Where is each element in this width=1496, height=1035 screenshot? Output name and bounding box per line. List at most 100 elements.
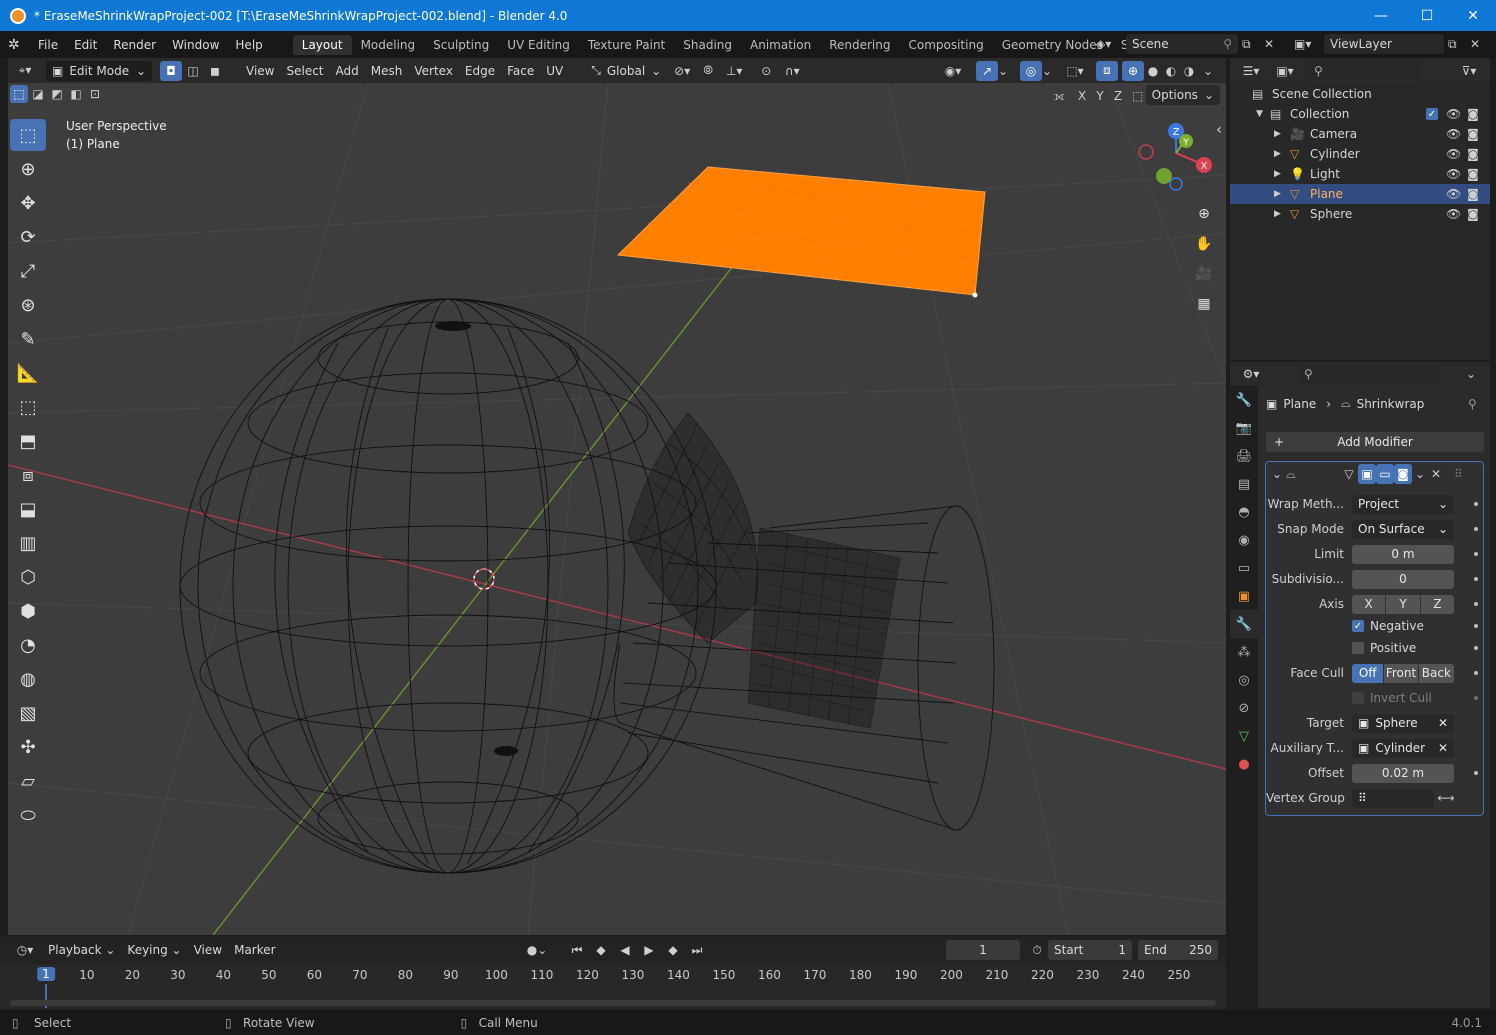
- playhead-frame[interactable]: 1: [37, 967, 55, 981]
- new-scene-icon[interactable]: ⧉: [1242, 37, 1260, 52]
- subdivision-field[interactable]: 0: [1352, 569, 1454, 589]
- wrap-method-dropdown[interactable]: Project ⌄: [1352, 494, 1454, 514]
- eye-icon[interactable]: 👁: [1446, 147, 1461, 161]
- rendered-shading-icon[interactable]: ◑: [1178, 61, 1200, 81]
- menu-file[interactable]: File: [30, 38, 66, 52]
- pin-icon[interactable]: ⚲: [1223, 37, 1232, 51]
- menu-timeline-view[interactable]: View: [188, 940, 228, 960]
- scale-tool-icon[interactable]: ⤢: [10, 255, 46, 287]
- face-cull-front[interactable]: Front: [1384, 663, 1418, 683]
- menu-mesh[interactable]: Mesh: [365, 61, 409, 81]
- view-layer-icon[interactable]: ▣▾: [1294, 37, 1320, 51]
- outliner-item-plane[interactable]: ▶ ▽ Plane 👁 ◙: [1230, 184, 1490, 204]
- close-button[interactable]: ✕: [1450, 0, 1496, 31]
- edit-mode-toggle-icon[interactable]: ▣: [1358, 464, 1376, 484]
- menu-edit[interactable]: Edit: [66, 38, 105, 52]
- prev-keyframe-icon[interactable]: ◆: [590, 940, 612, 960]
- outliner-scene-collection[interactable]: ▤ Scene Collection: [1230, 84, 1490, 104]
- menu-view[interactable]: View: [240, 61, 280, 81]
- overlay-dropdown-icon[interactable]: ⌄: [1040, 61, 1054, 81]
- overlay-icon[interactable]: ◎: [1020, 60, 1042, 81]
- mesh-edit-overlay-icon[interactable]: ⬚▾: [1060, 61, 1090, 81]
- pin-icon[interactable]: ⚲: [1468, 397, 1477, 411]
- positive-checkbox[interactable]: [1352, 642, 1364, 654]
- eye-icon[interactable]: 👁: [1446, 107, 1461, 121]
- smooth-tool-icon[interactable]: ◍: [10, 663, 46, 695]
- end-frame-field[interactable]: End 250: [1138, 940, 1218, 960]
- outliner-item-light[interactable]: ▶ 💡 Light 👁 ◙: [1230, 164, 1490, 184]
- limit-field[interactable]: 0 m: [1352, 544, 1454, 564]
- expand-arrow-icon[interactable]: ▶: [1274, 189, 1290, 199]
- face-cull-back[interactable]: Back: [1418, 663, 1454, 683]
- snap-target-icon[interactable]: ⊥▾: [719, 61, 749, 81]
- display-mode-icon[interactable]: ▣▾: [1268, 61, 1302, 81]
- mirror-z-button[interactable]: Z: [1110, 87, 1126, 105]
- axis-x-toggle[interactable]: X: [1352, 594, 1386, 614]
- transform-tool-icon[interactable]: ⊛: [10, 289, 46, 321]
- scene-icon[interactable]: ◈▾: [1096, 37, 1122, 51]
- keyframe-dot[interactable]: [1474, 577, 1478, 581]
- gizmo-neg-y-icon[interactable]: [1156, 168, 1172, 184]
- tab-modeling[interactable]: Modeling: [352, 35, 425, 55]
- expand-arrow-icon[interactable]: ▶: [1274, 209, 1290, 219]
- menu-keying[interactable]: Keying ⌄: [121, 940, 187, 960]
- blender-menu-icon[interactable]: ✲: [8, 37, 30, 53]
- select-extend-icon[interactable]: ◪: [29, 85, 47, 103]
- tab-layout[interactable]: Layout: [292, 34, 352, 55]
- menu-render[interactable]: Render: [105, 38, 164, 52]
- expand-arrow-icon[interactable]: ▶: [1274, 129, 1290, 139]
- play-reverse-icon[interactable]: ◀: [614, 940, 636, 960]
- delete-scene-icon[interactable]: ✕: [1264, 37, 1282, 51]
- eye-icon[interactable]: 👁: [1446, 167, 1461, 181]
- wireframe-shading-icon[interactable]: ⊕: [1122, 60, 1144, 81]
- perspective-toggle-icon[interactable]: ▦: [1191, 291, 1217, 317]
- collapse-arrow-icon[interactable]: ⌄: [1272, 467, 1286, 481]
- outliner-item-cylinder[interactable]: ▶ ▽ Cylinder 👁 ◙: [1230, 144, 1490, 164]
- current-frame-field[interactable]: 1: [946, 940, 1020, 960]
- keyframe-dot[interactable]: [1474, 771, 1478, 775]
- gizmo-dropdown-icon[interactable]: ⌄: [996, 61, 1010, 81]
- tab-material-icon[interactable]: ●: [1230, 750, 1258, 778]
- loop-cut-tool-icon[interactable]: ▥: [10, 527, 46, 559]
- preview-range-icon[interactable]: ⏱: [1026, 940, 1048, 960]
- menu-marker[interactable]: Marker: [228, 940, 281, 960]
- axis-z-toggle[interactable]: Z: [1420, 594, 1454, 614]
- play-icon[interactable]: ▶: [638, 940, 660, 960]
- gizmo-neg-x-icon[interactable]: [1138, 144, 1154, 160]
- menu-help[interactable]: Help: [227, 38, 270, 52]
- properties-search-input[interactable]: ⚲: [1298, 364, 1440, 384]
- negative-checkbox[interactable]: ✓: [1352, 620, 1364, 632]
- active-vertex[interactable]: [972, 292, 978, 298]
- move-tool-icon[interactable]: ✥: [10, 187, 46, 219]
- outliner-item-camera[interactable]: ▶ 🎥 Camera 👁 ◙: [1230, 124, 1490, 144]
- 3d-cursor[interactable]: [468, 563, 500, 595]
- keyframe-dot[interactable]: [1474, 602, 1478, 606]
- render-camera-icon[interactable]: ◙: [1466, 127, 1480, 141]
- edit-cage-icon[interactable]: ▽: [1340, 464, 1358, 484]
- menu-edge[interactable]: Edge: [459, 61, 501, 81]
- annotate-tool-icon[interactable]: ✎: [10, 323, 46, 355]
- vertex-group-field[interactable]: ⠿: [1352, 788, 1434, 808]
- outliner-collection[interactable]: ▼ ▤ Collection ✓ 👁 ◙: [1230, 104, 1490, 124]
- menu-uv[interactable]: UV: [540, 61, 569, 81]
- filter-icon[interactable]: ⊽▾: [1454, 61, 1484, 81]
- menu-add[interactable]: Add: [330, 61, 365, 81]
- face-select-icon[interactable]: ◼: [204, 61, 226, 81]
- editor-type-icon[interactable]: ⌖▾: [8, 61, 42, 81]
- tab-render-icon[interactable]: 📷: [1230, 414, 1258, 442]
- viewport-display-icon[interactable]: ▭: [1376, 464, 1394, 484]
- next-keyframe-icon[interactable]: ◆: [662, 940, 684, 960]
- tab-uv-editing[interactable]: UV Editing: [498, 35, 579, 55]
- menu-face[interactable]: Face: [501, 61, 540, 81]
- clear-auxiliary-icon[interactable]: ✕: [1438, 741, 1448, 755]
- camera-view-icon[interactable]: 🎥: [1191, 261, 1217, 287]
- snap-icon[interactable]: ⦾: [697, 61, 719, 81]
- keyframe-dot[interactable]: [1474, 552, 1478, 556]
- shrink-fatten-tool-icon[interactable]: ✣: [10, 731, 46, 763]
- shading-dropdown-icon[interactable]: ⌄: [1200, 61, 1216, 81]
- add-cube-tool-icon[interactable]: ⬚: [10, 391, 46, 423]
- axis-y-toggle[interactable]: Y: [1386, 594, 1420, 614]
- gizmo-icon[interactable]: ↗: [976, 60, 998, 81]
- tab-output-icon[interactable]: 🖨: [1230, 442, 1258, 470]
- proportional-edit-icon[interactable]: ⊙: [755, 61, 777, 81]
